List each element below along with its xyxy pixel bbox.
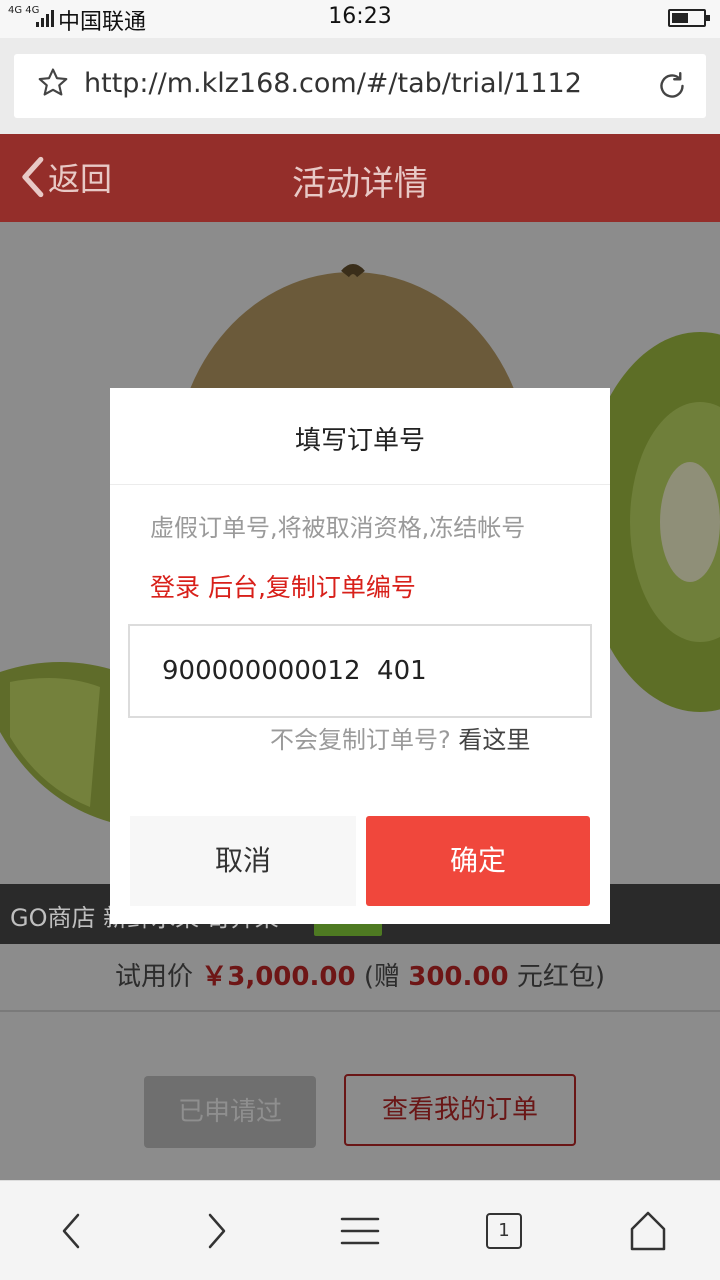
forward-nav-icon[interactable] — [192, 1207, 240, 1255]
browser-toolbar: http://m.klz168.com/#/tab/trial/1112 — [0, 38, 720, 134]
gift-prefix: (赠 — [363, 962, 400, 992]
home-icon[interactable] — [624, 1207, 672, 1255]
gift-suffix: 元红包) — [516, 962, 606, 992]
hint-text: 登录 后台,复制订单编号 — [150, 573, 416, 602]
reload-icon[interactable] — [654, 68, 690, 104]
page-header: 返回 活动详情 — [0, 134, 720, 222]
action-area: 已申请过 查看我的订单 — [0, 1012, 720, 1180]
browser-nav-bar: 1 — [0, 1180, 720, 1280]
gift-amount: 300.00 — [408, 962, 509, 992]
dialog-divider — [110, 484, 610, 485]
help-link[interactable]: 看这里 — [458, 726, 530, 754]
back-nav-icon[interactable] — [48, 1207, 96, 1255]
star-icon[interactable] — [36, 66, 70, 100]
url-text[interactable]: http://m.klz168.com/#/tab/trial/1112 — [84, 68, 582, 99]
price-label: 试用价 — [114, 962, 193, 992]
battery-icon — [668, 9, 710, 27]
cancel-button[interactable]: 取消 — [130, 816, 356, 906]
page-title: 活动详情 — [292, 164, 428, 204]
tabs-button[interactable]: 1 — [486, 1213, 522, 1249]
dialog-title: 填写订单号 — [294, 426, 425, 456]
price-bar: 试用价 ￥3,000.00 (赠 300.00 元红包) — [0, 944, 720, 1012]
trial-price: ￥3,000.00 — [201, 962, 356, 992]
help-text: 不会复制订单号? — [270, 726, 451, 754]
order-number-input[interactable] — [128, 624, 592, 718]
warning-text: 虚假订单号,将被取消资格,冻结帐号 — [150, 514, 526, 542]
status-bar: 4G 4G 中国联通 16:23 — [0, 0, 720, 38]
clock: 16:23 — [328, 4, 392, 29]
order-number-dialog: 填写订单号 虚假订单号,将被取消资格,冻结帐号 登录 后台,复制订单编号 不会复… — [110, 388, 610, 924]
confirm-button[interactable]: 确定 — [366, 816, 590, 906]
copy-help: 不会复制订单号? 看这里 — [270, 720, 530, 755]
view-orders-button[interactable]: 查看我的订单 — [344, 1074, 576, 1146]
applied-button: 已申请过 — [144, 1076, 316, 1148]
menu-icon[interactable] — [336, 1207, 384, 1255]
address-bar[interactable]: http://m.klz168.com/#/tab/trial/1112 — [14, 54, 706, 118]
